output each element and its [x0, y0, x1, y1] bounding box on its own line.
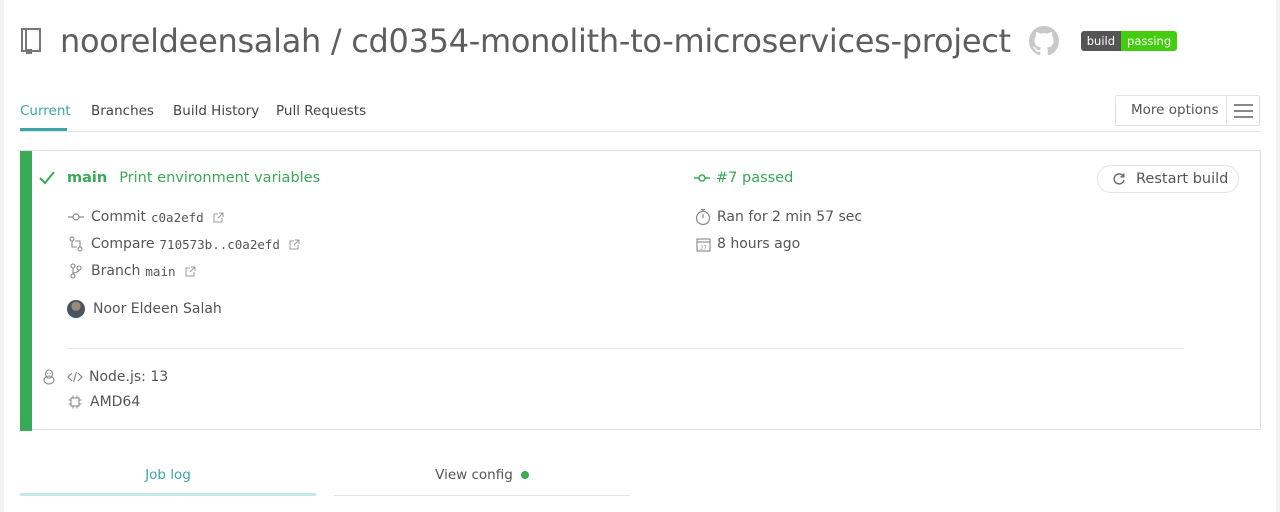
- cpu-chip-icon: [66, 393, 84, 411]
- window-right-edge: [1276, 0, 1280, 512]
- tab-current[interactable]: Current: [20, 103, 71, 119]
- language-row: Node.js: 13: [40, 368, 168, 386]
- commit-hash-link[interactable]: c0a2efd: [151, 210, 204, 225]
- branch-label: Branch: [91, 263, 141, 279]
- more-options-label: More options: [1116, 96, 1227, 125]
- code-icon: [66, 368, 84, 386]
- build-number-row: #7 passed: [694, 169, 793, 187]
- build-branch-link[interactable]: main: [67, 170, 107, 186]
- config-status-dot-icon: [520, 471, 529, 479]
- commit-message-link[interactable]: Print environment variables: [119, 170, 320, 186]
- commit-icon: [67, 208, 85, 226]
- external-link-icon[interactable]: [213, 212, 224, 223]
- compare-icon: [67, 235, 85, 253]
- build-summary-card: [20, 150, 1261, 431]
- finished-row: 27 8 hours ago: [694, 235, 800, 253]
- window-left-edge: [0, 0, 4, 512]
- card-divider: [68, 348, 1184, 349]
- author-row: Noor Eldeen Salah: [67, 300, 222, 318]
- tab-branches[interactable]: Branches: [91, 103, 154, 119]
- compare-label: Compare: [91, 236, 155, 252]
- build-duration: Ran for 2 min 57 sec: [717, 209, 863, 225]
- active-tab-indicator: [20, 128, 67, 131]
- commit-label: Commit: [91, 209, 146, 225]
- duration-row: Ran for 2 min 57 sec: [694, 208, 862, 226]
- job-tabs: Job log View config: [20, 462, 630, 496]
- repo-nav-tabs: Current Branches Build History Pull Requ…: [20, 94, 1260, 132]
- branch-icon: [67, 262, 85, 280]
- view-config-label: View config: [435, 467, 513, 483]
- author-name: Noor Eldeen Salah: [93, 301, 222, 317]
- badge-label: build: [1080, 31, 1122, 51]
- arch-row: AMD64: [66, 393, 140, 411]
- repo-title-link[interactable]: nooreldeensalah / cd0354-monolith-to-mic…: [60, 22, 1011, 60]
- check-icon: [38, 169, 56, 187]
- commit-row: Commit c0a2efd: [67, 208, 224, 226]
- svg-text:27: 27: [700, 245, 707, 251]
- branch-row: Branch main: [67, 262, 196, 280]
- build-title-row: main Print environment variables: [38, 169, 320, 187]
- tab-view-config[interactable]: View config: [334, 462, 630, 496]
- build-number-link[interactable]: #7 passed: [716, 170, 793, 186]
- build-status-badge[interactable]: build passing: [1080, 31, 1178, 51]
- branch-value-link[interactable]: main: [145, 264, 175, 279]
- restart-icon: [1110, 170, 1128, 188]
- architecture: AMD64: [90, 394, 141, 410]
- avatar: [67, 300, 85, 318]
- build-status-stripe: [20, 151, 32, 431]
- github-icon[interactable]: [1028, 25, 1061, 57]
- restart-build-label: Restart build: [1136, 171, 1229, 187]
- hamburger-menu-icon: [1227, 103, 1259, 118]
- tab-build-history[interactable]: Build History: [173, 103, 259, 119]
- restart-build-button[interactable]: Restart build: [1097, 165, 1239, 193]
- calendar-icon: 27: [694, 235, 712, 253]
- external-link-icon[interactable]: [289, 239, 300, 250]
- repo-header: nooreldeensalah / cd0354-monolith-to-mic…: [20, 18, 1178, 64]
- tab-pull-requests[interactable]: Pull Requests: [276, 103, 366, 119]
- badge-status: passing: [1121, 31, 1178, 51]
- compare-range-link[interactable]: 710573b..c0a2efd: [160, 237, 280, 252]
- external-link-icon[interactable]: [185, 266, 196, 277]
- stopwatch-icon: [694, 208, 712, 226]
- language-version: Node.js: 13: [89, 369, 169, 385]
- build-finished-time: 8 hours ago: [717, 236, 801, 252]
- commit-dot-icon: [694, 169, 710, 187]
- linux-penguin-icon: [40, 368, 58, 386]
- tab-job-log[interactable]: Job log: [20, 462, 316, 496]
- compare-row: Compare 710573b..c0a2efd: [67, 235, 300, 253]
- more-options-button[interactable]: More options: [1115, 95, 1260, 126]
- repo-book-icon: [20, 26, 46, 56]
